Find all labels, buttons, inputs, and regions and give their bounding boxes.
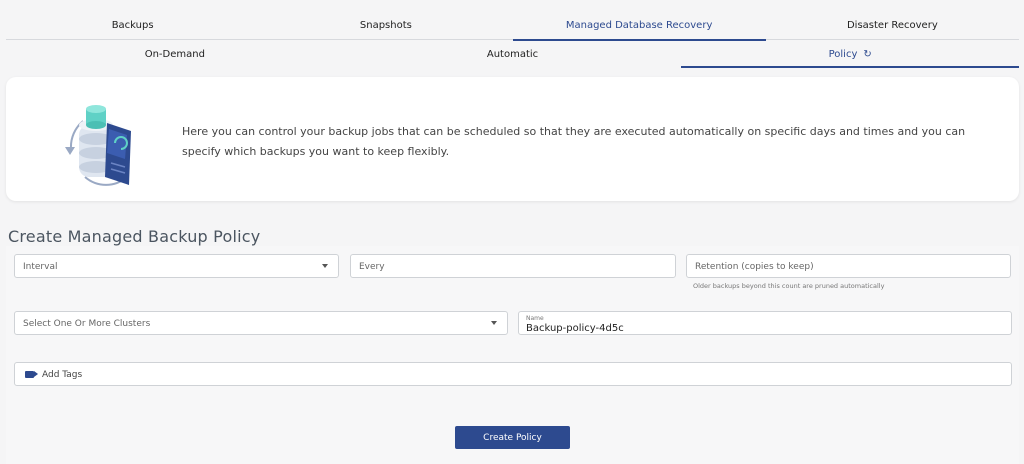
tab-policy[interactable]: Policy ↻ — [681, 42, 1019, 68]
tag-icon — [25, 371, 38, 378]
tab-backups[interactable]: Backups — [6, 12, 259, 39]
clusters-placeholder: Select One Or More Clusters — [23, 319, 151, 329]
tags-placeholder: Add Tags — [42, 370, 83, 380]
primary-tabs: Backups Snapshots Managed Database Recov… — [6, 12, 1019, 41]
name-label: Name — [526, 315, 544, 322]
secondary-tabs: On-Demand Automatic Policy ↻ — [6, 42, 1019, 68]
refresh-icon[interactable]: ↻ — [863, 42, 871, 68]
interval-select[interactable]: Interval — [14, 254, 339, 278]
chevron-down-icon — [491, 321, 497, 325]
tab-policy-label: Policy — [828, 49, 858, 60]
retention-hint: Older backups beyond this count are prun… — [693, 282, 885, 290]
every-placeholder: Every — [359, 262, 385, 272]
tab-disaster-recovery[interactable]: Disaster Recovery — [766, 12, 1019, 39]
tab-on-demand[interactable]: On-Demand — [6, 42, 344, 66]
tab-managed-database-recovery[interactable]: Managed Database Recovery — [512, 12, 767, 41]
interval-placeholder: Interval — [23, 262, 58, 272]
database-illustration-icon — [61, 99, 151, 189]
name-value: Backup-policy-4d5c — [526, 323, 624, 334]
name-field[interactable]: Name Backup-policy-4d5c — [518, 311, 1012, 335]
info-description: Here you can control your backup jobs th… — [182, 125, 966, 158]
tab-automatic[interactable]: Automatic — [344, 42, 682, 66]
clusters-select[interactable]: Select One Or More Clusters — [14, 311, 508, 335]
chevron-down-icon — [322, 264, 328, 268]
retention-placeholder: Retention (copies to keep) — [695, 262, 814, 272]
page-title: Create Managed Backup Policy — [8, 227, 261, 246]
info-card: Here you can control your backup jobs th… — [6, 77, 1019, 201]
every-input[interactable]: Every — [350, 254, 676, 278]
tab-snapshots[interactable]: Snapshots — [259, 12, 512, 39]
create-policy-button[interactable]: Create Policy — [455, 426, 570, 449]
tags-input[interactable]: Add Tags — [14, 362, 1012, 386]
retention-input[interactable]: Retention (copies to keep) — [686, 254, 1011, 278]
